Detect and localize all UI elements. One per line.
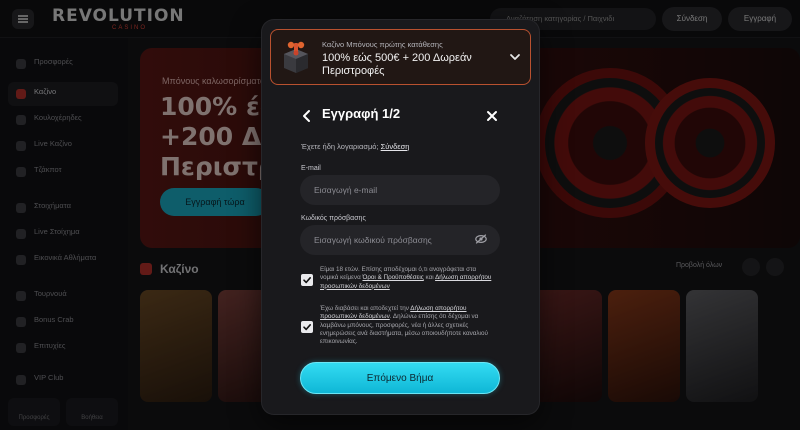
bonus-selector[interactable]: Καζίνο Μπόνους πρώτης κατάθεσης 100% εώς… [270, 29, 531, 85]
chevron-down-icon[interactable] [508, 50, 522, 64]
password-field[interactable] [300, 225, 500, 255]
registration-modal: Καζίνο Μπόνους πρώτης κατάθεσης 100% εώς… [262, 20, 539, 414]
terms-and-text: και [425, 274, 434, 282]
have-account-text: Έχετε ήδη λογαριασμό; Σύνδεση [301, 142, 409, 151]
modal-title: Εγγραφή 1/2 [322, 106, 401, 121]
hide-password-icon[interactable] [475, 234, 487, 244]
age-terms-text: Είμαι 18 ετών. Επίσης αποδέχομαι ό,τι αν… [320, 266, 496, 291]
gift-box-icon [284, 41, 308, 73]
age-terms-checkbox[interactable] [301, 274, 313, 286]
password-label: Κωδικός πρόσβασης [301, 215, 366, 222]
terms-link[interactable]: Όροι & Προϋποθέσεις [362, 274, 423, 281]
bonus-title: 100% εώς 500€ + 200 Δωρεάν Περιστροφές [322, 52, 472, 77]
next-step-button[interactable]: Επόμενο Βήμα [300, 362, 500, 394]
marketing-consent-checkbox[interactable] [301, 321, 313, 333]
checkmark-icon [303, 324, 311, 331]
have-account-label: Έχετε ήδη λογαριασμό; [301, 142, 379, 151]
email-field[interactable] [300, 175, 500, 205]
login-link[interactable]: Σύνδεση [381, 142, 410, 151]
consent-label-a: Έχω διαβάσει και αποδεχτεί την [320, 305, 409, 312]
checkmark-icon [303, 277, 311, 284]
email-label: E-mail [301, 165, 321, 172]
bonus-subtitle: Καζίνο Μπόνους πρώτης κατάθεσης [322, 40, 443, 49]
marketing-consent-text: Έχω διαβάσει και αποδεχτεί την Δήλωση απ… [320, 305, 496, 346]
close-icon[interactable] [485, 109, 499, 123]
back-arrow-icon[interactable] [300, 109, 314, 123]
